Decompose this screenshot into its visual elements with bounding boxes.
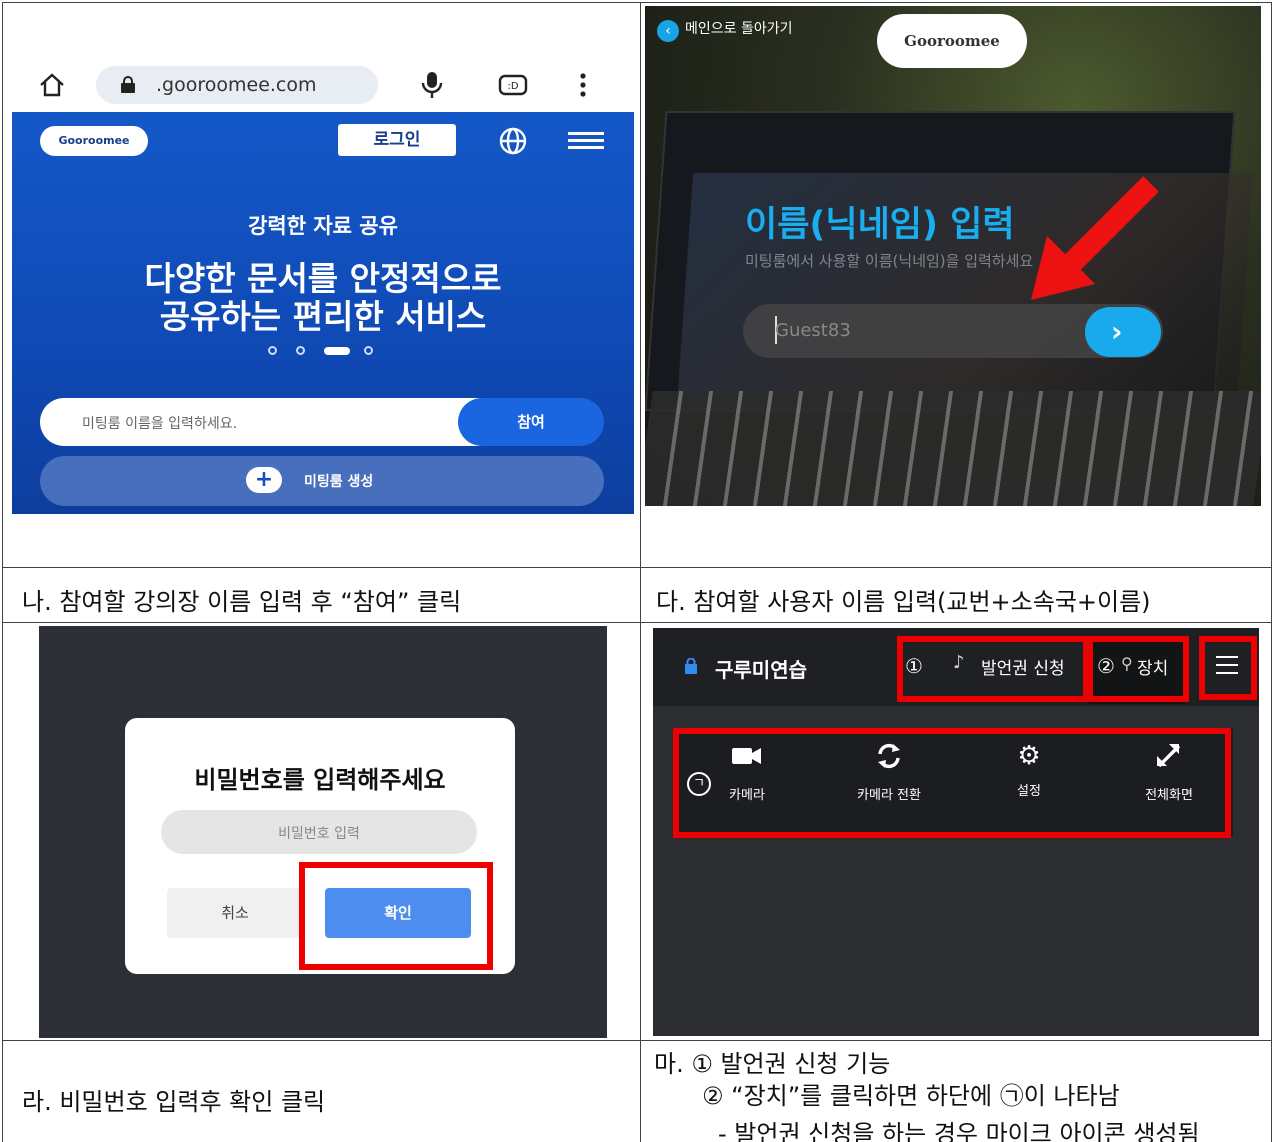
home-icon[interactable] [38,72,66,98]
svg-text::D: :D [507,81,518,92]
create-room-label: 미팅룸 생성 [304,474,374,490]
password-input[interactable]: 비밀번호 입력 [161,810,477,854]
globe-icon[interactable] [498,126,528,156]
highlight-box [1087,636,1189,702]
password-dialog-screenshot: 비밀번호를 입력해주세요 비밀번호 입력 취소 확인 [39,626,607,1038]
step-caption: 마. ① 발언권 신청 기능 [654,1050,891,1078]
more-vert-icon[interactable] [578,72,588,98]
nickname-title: 이름(닉네임) 입력 [745,205,1015,245]
hero-headline: 다양한 문서를 안정적으로 공유하는 편리한 서비스 [12,260,634,336]
login-button[interactable]: 로그인 [338,124,456,156]
microphone-icon[interactable] [420,70,444,100]
step-caption: 라. 비밀번호 입력후 확인 클릭 [22,1088,326,1116]
carousel-dot[interactable] [296,346,305,355]
lock-icon [121,76,135,93]
highlight-box [897,636,1089,702]
red-arrow-icon [1031,176,1159,300]
table-divider [2,567,1272,568]
back-link[interactable]: 메인으로 돌아가기 [685,18,793,38]
step-caption: ② “장치”를 클릭하면 하단에 ㉠이 나타남 [702,1082,1120,1110]
gooroomee-landing: Gooroomee 로그인 강력한 자료 공유 다양한 문서를 안정적으로 공유… [12,112,634,514]
carousel-dot[interactable] [364,346,373,355]
address-bar[interactable]: .gooroomee.com [96,66,378,104]
meeting-room-placeholder: 미팅룸 이름을 입력하세요. [82,416,238,432]
browser-toolbar: .gooroomee.com :D [12,58,634,112]
table-divider [2,622,1272,623]
step-caption: 다. 참여할 사용자 이름 입력(교번+소속국+이름) [656,588,1151,616]
highlight-box [1199,636,1257,700]
nickname-placeholder: Guest83 [775,320,851,341]
mobile-browser-screenshot: .gooroomee.com :D Gooroomee 로그인 강력한 자료 공… [12,58,634,514]
hero-headline-line: 공유하는 편리한 서비스 [159,297,487,336]
nickname-subtitle: 미팅룸에서 사용할 이름(닉네임)을 입력하세요 [745,252,1034,270]
carousel-dot-active[interactable] [324,347,350,355]
create-room-button[interactable]: + 미팅룸 생성 [40,456,604,506]
password-placeholder: 비밀번호 입력 [278,826,360,842]
back-icon[interactable]: ‹ [657,20,679,42]
plus-icon: + [246,467,282,493]
meeting-toolbar-screenshot: 구루미연습 ① ♪ 발언권 신청 ② ⚲ 장치 ㄱ 카메라 카메라 전환 ⚙ 설… [653,628,1259,1036]
highlight-box [299,862,493,970]
cancel-button[interactable]: 취소 [167,888,303,938]
gooroomee-logo: Gooroomee [877,14,1027,68]
nickname-entry-screenshot: ‹ 메인으로 돌아가기 Gooroomee 이름(닉네임) 입력 미팅룸에서 사… [645,6,1261,506]
submit-nickname-button[interactable]: › [1085,307,1161,357]
menu-icon[interactable] [568,132,604,149]
laptop-keyboard [645,391,1261,506]
step-caption: 나. 참여할 강의장 이름 입력 후 “참여” 클릭 [22,588,462,616]
chevron-right-icon: › [1111,315,1123,348]
room-name: 구루미연습 [715,658,807,682]
highlight-box [673,728,1231,838]
lock-icon [685,658,697,674]
step-caption: - 발언권 신청을 하는 경우 마이크 아이콘 생성됨 [718,1120,1200,1142]
table-divider [2,1040,1272,1041]
carousel-dot[interactable] [268,346,277,355]
table-divider [640,2,641,1142]
hero-headline-line: 다양한 문서를 안정적으로 [144,259,502,298]
url-text: .gooroomee.com [156,74,317,96]
dialog-title: 비밀번호를 입력해주세요 [194,766,446,794]
carousel-indicator [268,346,388,356]
gooroomee-logo[interactable]: Gooroomee [40,126,148,156]
join-button[interactable]: 참여 [458,398,604,446]
hero-subtitle: 강력한 자료 공유 [248,214,398,238]
tab-switcher-icon[interactable]: :D [498,74,528,96]
